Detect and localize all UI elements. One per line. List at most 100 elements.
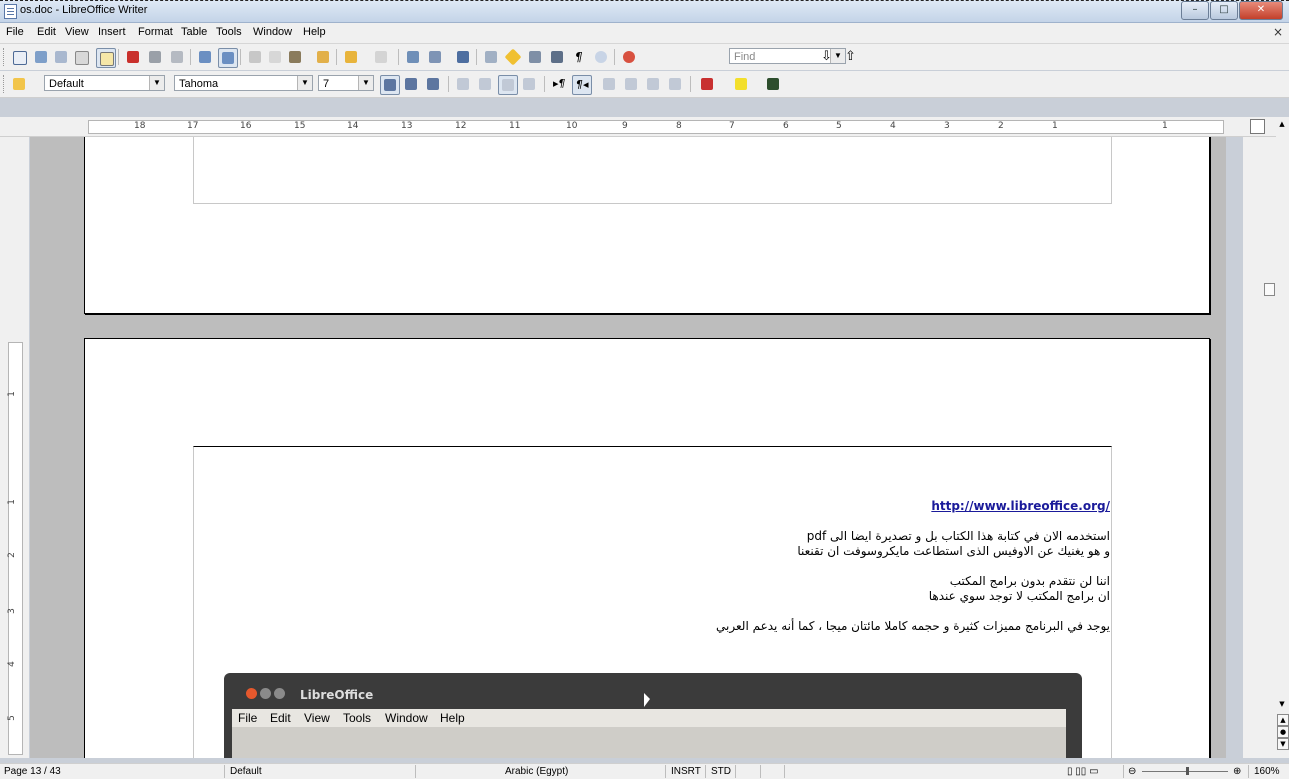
styles-formatting-icon[interactable] — [10, 75, 28, 93]
zoom-slider[interactable] — [1142, 771, 1228, 772]
menu-window[interactable]: Window — [253, 26, 292, 38]
edit-mode-icon[interactable] — [96, 48, 116, 68]
table-icon[interactable] — [426, 48, 444, 66]
close-document-icon[interactable]: × — [1273, 25, 1283, 39]
print-preview-icon[interactable] — [168, 48, 186, 66]
italic-icon[interactable] — [402, 75, 420, 93]
screenshot-menu-item: Help — [440, 711, 465, 725]
document-page[interactable]: /http://www.libreoffice.org استخدمه الان… — [84, 338, 1210, 758]
font-color-icon[interactable] — [698, 75, 716, 93]
document-canvas[interactable]: /http://www.libreoffice.org استخدمه الان… — [30, 137, 1226, 758]
zoom-level[interactable]: 160% — [1254, 766, 1280, 777]
vertical-ruler[interactable]: 1 1 2 3 4 5 — [0, 137, 29, 758]
screenshot-menu-item: Tools — [343, 711, 372, 725]
new-document-icon[interactable] — [10, 48, 28, 66]
save-icon[interactable] — [52, 48, 70, 66]
navigator-icon[interactable] — [504, 48, 522, 66]
chevron-down-icon[interactable]: ▼ — [358, 76, 373, 90]
chevron-down-icon[interactable]: ▼ — [149, 76, 164, 90]
toolbar-grip[interactable] — [3, 75, 6, 93]
vertical-scrollbar[interactable]: ▲ ▼ ▲ ● ▼ — [1276, 117, 1289, 758]
embedded-screenshot[interactable]: LibreOffice File Edit View Tools Window … — [224, 673, 1082, 758]
menu-view[interactable]: View — [65, 26, 89, 38]
email-icon[interactable] — [72, 48, 90, 66]
justify-icon[interactable] — [520, 75, 538, 93]
document-page[interactable] — [84, 137, 1210, 314]
menu-file[interactable]: File — [6, 26, 24, 38]
previous-page-icon[interactable]: ▲ — [1277, 714, 1289, 726]
numbering-icon[interactable] — [600, 75, 618, 93]
print-icon[interactable] — [146, 48, 164, 66]
align-right-icon[interactable] — [498, 75, 518, 95]
close-button[interactable]: ✕ — [1239, 1, 1283, 20]
underline-icon[interactable] — [424, 75, 442, 93]
document-body[interactable]: /http://www.libreoffice.org استخدمه الان… — [410, 499, 1110, 634]
insert-mode[interactable]: INSRT — [671, 766, 701, 777]
font-size-select[interactable]: 7 ▼ — [318, 75, 374, 91]
font-name-select[interactable]: Tahoma ▼ — [174, 75, 313, 91]
spellcheck-icon[interactable] — [196, 48, 214, 66]
left-to-right-icon[interactable]: ▸¶ — [550, 75, 568, 93]
paste-icon[interactable] — [286, 48, 304, 66]
increase-indent-icon[interactable] — [644, 75, 662, 93]
bold-icon[interactable] — [380, 75, 400, 95]
scroll-down-icon[interactable]: ▼ — [1277, 699, 1287, 709]
page-style[interactable]: Default — [230, 766, 262, 777]
align-center-icon[interactable] — [476, 75, 494, 93]
menu-format[interactable]: Format — [138, 26, 173, 38]
ruler-label: 7 — [729, 121, 735, 131]
show-draw-functions-icon[interactable] — [454, 48, 472, 66]
toolbar-grip[interactable] — [3, 48, 6, 66]
highlighting-icon[interactable] — [732, 75, 750, 93]
page-count[interactable]: Page 13 / 43 — [4, 766, 61, 777]
copy-icon[interactable] — [266, 48, 284, 66]
ruler-label: 15 — [294, 121, 306, 131]
gallery-icon[interactable] — [526, 48, 544, 66]
find-previous-icon[interactable]: ⇧ — [842, 48, 860, 66]
view-layout-icon[interactable]: ▯ ▯▯ ▭ — [1067, 766, 1099, 777]
help-icon[interactable] — [620, 48, 638, 66]
align-left-icon[interactable] — [454, 75, 472, 93]
formatting-marks-icon[interactable]: ¶ — [570, 48, 588, 66]
open-icon[interactable] — [32, 48, 50, 66]
zoom-out-icon[interactable]: ⊖ — [1128, 766, 1136, 777]
libreoffice-link[interactable]: /http://www.libreoffice.org — [410, 499, 1110, 514]
bullets-icon[interactable] — [622, 75, 640, 93]
zoom-icon[interactable] — [592, 48, 610, 66]
language-status[interactable]: Arabic (Egypt) — [505, 766, 568, 777]
menu-insert[interactable]: Insert — [98, 26, 126, 38]
navigation-icon[interactable]: ● — [1277, 726, 1289, 738]
find-next-icon[interactable]: ⇩ — [818, 48, 836, 66]
horizontal-ruler[interactable]: 18 17 16 15 14 13 12 11 10 9 8 7 6 5 4 3… — [0, 117, 1289, 137]
redo-icon[interactable] — [372, 48, 390, 66]
close-dot-icon — [246, 688, 257, 699]
ruler-label: 6 — [783, 121, 789, 131]
chevron-down-icon[interactable]: ▼ — [297, 76, 312, 90]
zoom-slider-handle[interactable] — [1186, 767, 1189, 775]
maximize-button[interactable]: □ — [1210, 1, 1238, 20]
paragraph-style-select[interactable]: Default ▼ — [44, 75, 165, 91]
screenshot-title: LibreOffice — [300, 688, 374, 702]
menu-tools[interactable]: Tools — [216, 26, 242, 38]
minimize-button[interactable]: – — [1181, 1, 1209, 20]
find-replace-icon[interactable] — [482, 48, 500, 66]
data-sources-icon[interactable] — [548, 48, 566, 66]
tab-stop-type-icon[interactable] — [1250, 119, 1265, 134]
menu-table[interactable]: Table — [181, 26, 207, 38]
background-color-icon[interactable] — [764, 75, 782, 93]
selection-mode[interactable]: STD — [711, 766, 731, 777]
autospellcheck-icon[interactable] — [218, 48, 238, 68]
decrease-indent-icon[interactable] — [666, 75, 684, 93]
zoom-in-icon[interactable]: ⊕ — [1233, 766, 1241, 777]
clone-formatting-icon[interactable] — [314, 48, 332, 66]
right-to-left-icon[interactable]: ¶◂ — [572, 75, 592, 95]
scroll-up-icon[interactable]: ▲ — [1277, 119, 1287, 129]
hyperlink-icon[interactable] — [404, 48, 422, 66]
sidebar-toggle-icon[interactable] — [1264, 283, 1275, 296]
cut-icon[interactable] — [246, 48, 264, 66]
export-pdf-icon[interactable] — [124, 48, 142, 66]
menu-help[interactable]: Help — [303, 26, 326, 38]
undo-icon[interactable] — [342, 48, 360, 66]
menu-edit[interactable]: Edit — [37, 26, 56, 38]
next-page-icon[interactable]: ▼ — [1277, 738, 1289, 750]
